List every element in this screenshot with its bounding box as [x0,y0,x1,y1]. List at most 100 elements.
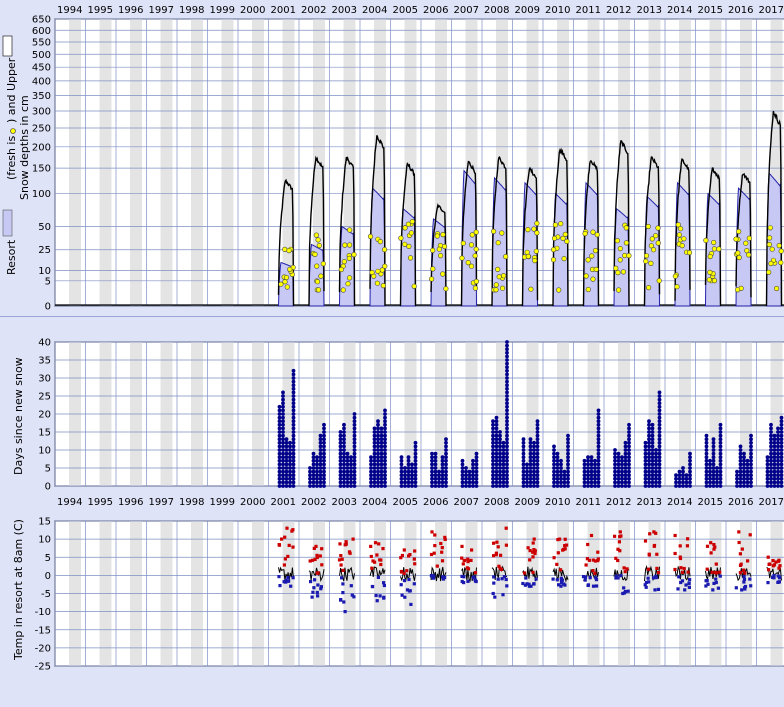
days-panel: 0510152025303540 [38,338,784,493]
days-marker-2013 [657,484,662,488]
days-marker-2007 [467,484,472,488]
days-marker-2009 [528,466,533,470]
days-marker-2001 [291,376,296,380]
days-marker-2013 [643,466,648,470]
temp-low-marker-2002 [312,586,316,590]
depth-tick-label: 150 [32,164,51,175]
days-marker-2002 [322,433,326,438]
days-marker-2003 [352,473,357,478]
days-marker-2001 [284,473,289,478]
days-marker-2013 [657,451,662,456]
days-marker-2004 [379,469,384,474]
temp-high-marker-2013 [647,553,651,557]
temp-high-marker-2015 [705,544,710,548]
days-marker-2015 [711,437,716,442]
temp-low-marker-2005 [412,582,416,586]
days-marker-2010 [559,469,563,474]
days-marker-2013 [643,451,648,456]
fresh-snow-marker-2013 [655,240,661,246]
days-marker-2008 [498,448,502,452]
days-marker-2001 [281,451,285,456]
days-marker-2004 [372,466,377,470]
days-marker-2017 [772,437,777,442]
days-marker-2017 [776,480,780,485]
fresh-snow-marker-2012 [615,287,622,293]
days-marker-2007 [460,462,465,467]
days-marker-2009 [528,484,533,488]
days-marker-2003 [345,473,350,478]
days-marker-2001 [291,390,296,395]
days-marker-2007 [474,455,479,460]
days-marker-2008 [501,469,506,474]
days-marker-2011 [596,448,601,452]
days-marker-2010 [559,466,563,470]
days-marker-2001 [284,440,289,445]
resort-depth-area-2007 [460,169,478,307]
days-marker-2014 [684,473,689,478]
days-marker-2017 [776,466,780,470]
days-marker-2009 [521,462,526,467]
days-marker-2009 [525,484,529,488]
fresh-snow-marker-2017 [768,260,774,267]
days-marker-2014 [677,469,682,474]
temp-high-marker-2002 [318,554,322,558]
fresh-snow-marker-2013 [645,285,652,291]
days-marker-2017 [772,484,777,488]
days-marker-2009 [532,462,536,467]
days-marker-2009 [535,444,540,449]
fresh-snow-marker-2016 [733,236,739,242]
days-marker-2017 [779,462,784,467]
days-marker-2013 [650,455,655,460]
days-marker-2013 [647,430,651,434]
days-marker-2006 [437,480,441,485]
days-marker-2011 [586,458,590,463]
days-marker-2012 [627,466,631,470]
days-marker-2014 [681,480,685,485]
days-marker-2010 [566,473,570,478]
days-marker-2008 [494,448,499,452]
days-marker-2017 [779,476,784,481]
temp-panel: -25-20-15-10-5051015 [35,517,784,673]
days-marker-2012 [620,473,624,478]
days-marker-2002 [318,437,323,442]
days-marker-2001 [281,404,285,409]
temp-high-marker-2014 [686,570,690,574]
days-marker-2001 [281,473,285,478]
days-marker-2003 [349,458,353,463]
temp-low-marker-2015 [711,588,715,592]
days-marker-2004 [383,484,387,488]
days-marker-2008 [505,422,509,427]
days-marker-2010 [552,469,556,474]
days-marker-2001 [284,476,289,481]
days-marker-2004 [369,476,373,481]
days-marker-2009 [525,480,529,485]
days-marker-2008 [501,455,506,460]
temp-low-marker-2015 [714,580,718,585]
temp-low-marker-2009 [534,577,538,581]
days-marker-2004 [372,473,377,478]
days-marker-2014 [688,469,692,474]
days-marker-2003 [352,469,357,474]
days-marker-2013 [650,437,655,442]
days-marker-2017 [779,422,784,427]
days-marker-2010 [552,458,556,463]
fresh-snow-marker-2006 [430,266,436,272]
fresh-snow-marker-2014 [681,236,687,242]
days-marker-2017 [769,444,773,449]
days-marker-2013 [647,469,651,474]
days-marker-2015 [711,455,716,460]
days-marker-2013 [643,455,648,460]
days-marker-2008 [491,462,495,467]
fresh-snow-marker-2001 [278,281,284,287]
fresh-snow-marker-2012 [617,246,623,252]
days-marker-2017 [772,466,777,470]
days-marker-2017 [776,433,780,438]
days-marker-2009 [525,476,529,481]
temp-high-marker-2014 [680,570,685,574]
days-marker-2002 [318,469,323,474]
temp-high-marker-2003 [337,558,342,562]
days-marker-2017 [779,455,784,460]
temp-low-marker-2011 [583,578,587,582]
days-marker-2011 [596,455,601,460]
days-marker-2009 [535,433,540,438]
